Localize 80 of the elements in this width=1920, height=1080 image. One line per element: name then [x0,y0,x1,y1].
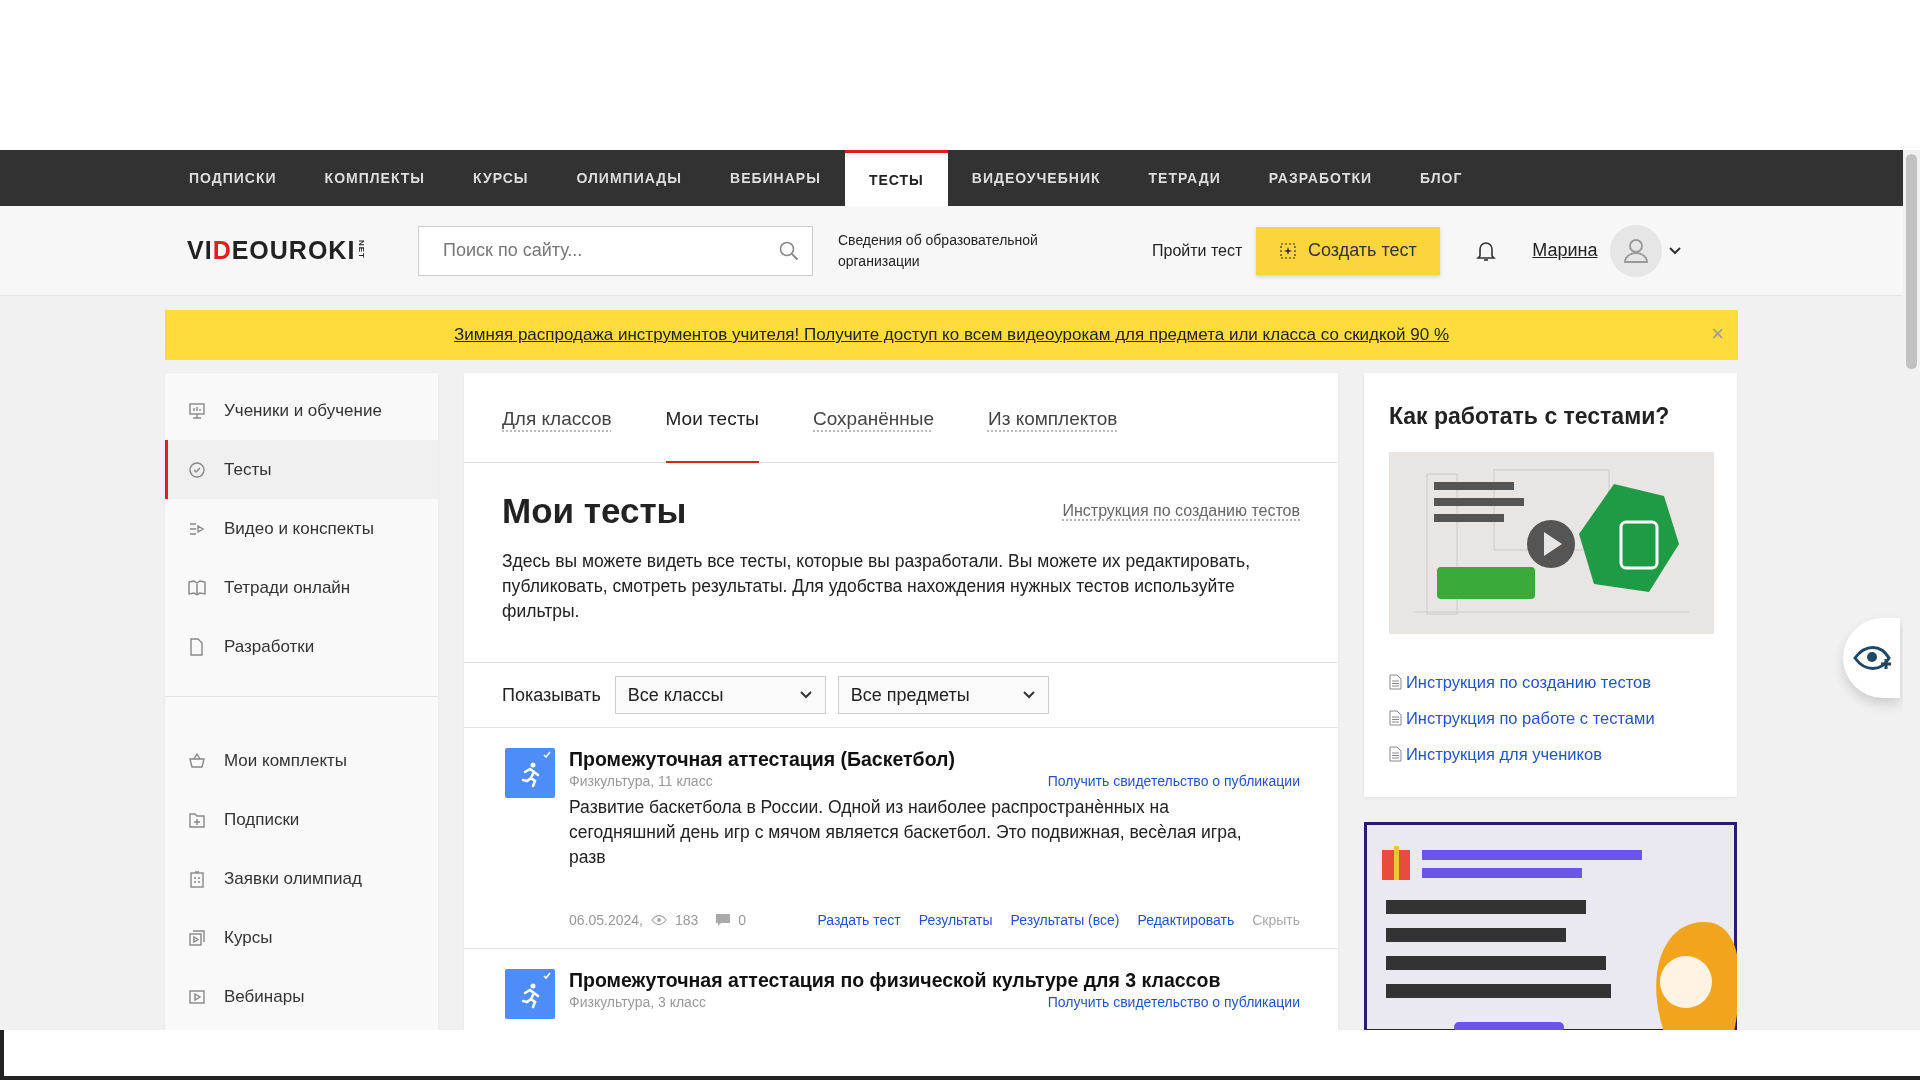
bell-icon[interactable] [1476,239,1497,262]
instruction-link[interactable]: Инструкция для учеников [1389,736,1712,772]
sparkle-icon [1279,242,1296,259]
help-title: Как работать с тестами? [1389,403,1671,430]
sidebar-item[interactable]: Заявки олимпиад [165,849,438,908]
test-date: 06.05.2024, [569,912,643,928]
eye-plus-icon [1853,645,1893,671]
certificate-link[interactable]: Получить свидетельство о публикации [1047,773,1300,789]
nav-tab[interactable]: ВИДЕОУЧЕБНИК [947,150,1125,206]
book-icon [188,578,206,597]
description-text: Здесь вы можете видеть все тесты, которые вы разработали. Вы можете их редактировать, публиковать, смотреть результаты. Для удобства нахождения нужных тестов используйте фильтры. [502,550,1251,623]
running-figure-icon [505,748,555,798]
sidebar-item[interactable]: Разработки [165,617,438,676]
sidebar-item[interactable]: Подписки [165,790,438,849]
sidebar-item[interactable]: Ученики и обучение [165,381,438,440]
nav-tab[interactable]: КОМПЛЕКТЫ [300,150,450,206]
sidebar-item[interactable]: Вебинары [165,967,438,1026]
accessibility-button[interactable] [1843,618,1900,698]
document-icon [188,637,206,656]
nav-tab[interactable]: БЛОГ [1396,150,1487,206]
sidebar-item[interactable]: Мои комплекты [165,731,438,790]
test-action-link[interactable]: Результаты [918,912,993,928]
instruction-link[interactable]: Инструкция по созданию тестов [1389,664,1712,700]
filter-dropdown[interactable]: Все классы [614,676,826,714]
sidebar-item[interactable]: Видео и конспекты [165,499,438,558]
avatar-icon[interactable] [1609,224,1662,277]
nav-tab[interactable]: РАЗРАБОТКИ [1244,150,1397,206]
create-test-button[interactable]: Создать тест [1256,226,1441,275]
tab[interactable]: Мои тесты [665,373,759,463]
test-description: Развитие баскетбола в России. Одной из наиболее распространѐнных на сегодняшний день игр с мячом является баскетбол. Это подвижная, весѐлая игра, разв [569,796,1243,869]
user-name-link[interactable]: Марина [1532,240,1598,261]
test-action-link[interactable]: Результаты (все) [1010,912,1120,928]
take-test-link[interactable]: Пройти тест [1152,241,1243,260]
search-field[interactable]: Поиск по сайту... [418,225,813,276]
tab[interactable]: Для классов [502,373,612,463]
test-action-link[interactable]: Раздать тест [817,912,901,928]
views-count: 183 [674,912,699,928]
sidebar-item[interactable]: Курсы [165,908,438,967]
document-icon [1389,674,1402,690]
running-figure-icon [505,969,555,1019]
instruction-link[interactable]: Инструкция по работе с тестами [1389,700,1712,736]
folder-plus-icon [188,810,206,829]
sale-link[interactable]: Зимняя распродажа инструментов учителя! Получите доступ ко всем видеоурокам для предмета или класса со скидкой 90 % [453,325,1450,345]
comment-icon [716,914,731,926]
play-icon [188,987,206,1006]
tab[interactable]: Из комплектов [988,373,1118,463]
tab[interactable]: Сохранённые [813,373,934,463]
chevron-down-icon[interactable] [1667,245,1682,256]
check-circle-icon [188,460,206,479]
sidebar-item[interactable]: Тетради онлайн [165,558,438,617]
test-title[interactable]: Промежуточная аттестация (Баскетбол) [569,748,1300,771]
nav-tab[interactable]: ПОДПИСКИ [165,150,301,206]
chevron-down-icon [1021,690,1036,700]
nav-tab[interactable]: ОЛИМПИАДЫ [552,150,707,206]
page-heading: Мои тесты [502,491,687,531]
document-icon [1389,710,1402,726]
nav-tab[interactable]: ТЕТРАДИ [1124,150,1245,206]
basket-icon [188,751,206,770]
logo[interactable]: VIDEOUROKI NET [187,236,418,265]
sidebar-item[interactable]: Тесты [165,440,438,499]
test-title[interactable]: Промежуточная аттестация по физической культуре для 3 классов [569,969,1300,992]
clipboard-icon [188,869,206,888]
instruction-link[interactable]: Инструкция по созданию тестов [1062,502,1300,520]
filter-dropdown[interactable]: Все предметы [837,676,1049,714]
test-subject: Физкультура, 3 класс [569,994,706,1010]
test-action-link[interactable]: Редактировать [1137,912,1235,928]
nav-tab[interactable]: КУРСЫ [449,150,553,206]
chevron-down-icon [798,690,813,700]
nav-tab[interactable]: ТЕСТЫ [844,150,948,206]
organization-info-link[interactable]: Сведения об образовательной организации [838,229,1068,272]
comments-count: 0 [738,912,747,928]
monitor-icon [188,401,206,420]
test-subject: Физкультура, 11 класс [569,773,713,789]
nav-tab[interactable]: ВЕБИНАРЫ [706,150,845,206]
certificate-link[interactable]: Получить свидетельство о публикации [1047,994,1300,1010]
filter-label: Показывать [502,684,601,706]
search-icon[interactable] [779,240,799,261]
document-icon [1389,746,1402,762]
eye-icon [650,915,667,925]
stacked-play-icon [188,928,206,947]
